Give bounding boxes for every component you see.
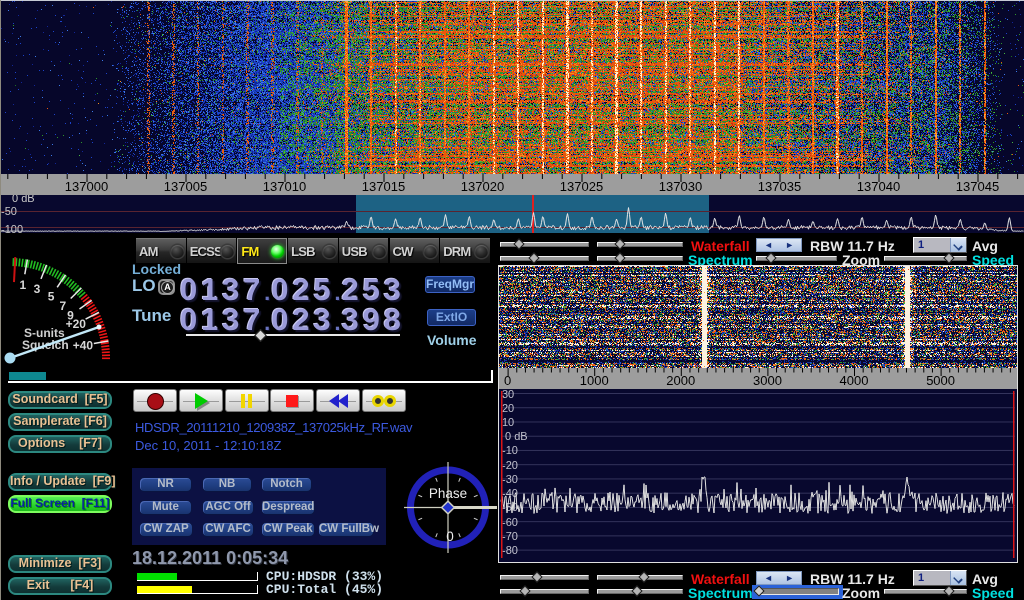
svg-text:7: 7	[60, 299, 67, 313]
svg-text:3: 3	[34, 282, 41, 296]
svg-text:+20: +20	[66, 317, 87, 331]
svg-text:+40: +40	[73, 338, 94, 352]
svg-text:Phase: Phase	[429, 486, 467, 501]
svg-text:0: 0	[446, 529, 454, 544]
svg-text:5: 5	[48, 289, 55, 303]
svg-text:1: 1	[19, 278, 26, 292]
